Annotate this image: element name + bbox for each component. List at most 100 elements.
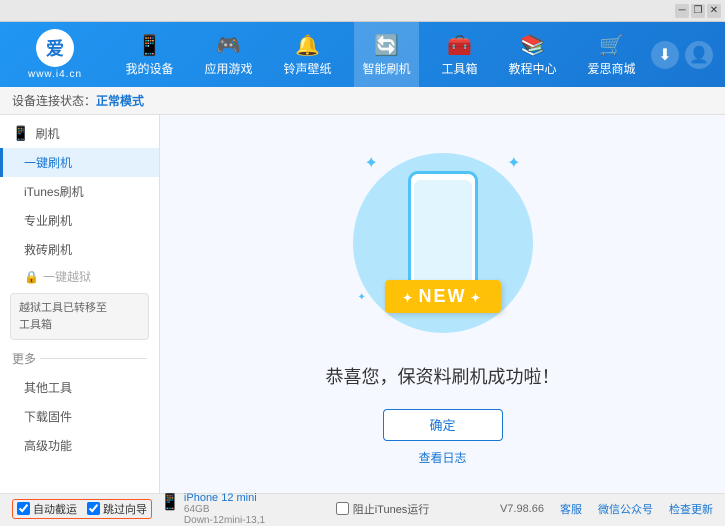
more-label: 更多 — [12, 350, 36, 367]
mall-label: 爱思商城 — [587, 60, 635, 77]
confirm-button[interactable]: 确定 — [383, 409, 503, 441]
restore-button[interactable]: ❐ — [691, 4, 705, 18]
logo-char: 爱 — [46, 35, 64, 61]
sparkle-2: ✦ — [507, 153, 520, 173]
sidebar-flash-section: 📱 刷机 一键刷机 iTunes刷机 专业刷机 救砖刷机 🔒 一键越狱 越狱工具… — [0, 115, 159, 464]
device-info-area: 📱 iPhone 12 mini 64GB Down-12mini-13,1 — [160, 492, 265, 526]
brick-flash-label: 救砖刷机 — [24, 243, 72, 257]
my-device-icon: 📱 — [137, 33, 162, 58]
bottom-left: 自动截运 跳过向导 📱 iPhone 12 mini 64GB Down-12m… — [12, 492, 265, 526]
nav-toolbox[interactable]: 🧰 工具箱 — [433, 22, 485, 87]
jailbreak-label: 一键越狱 — [43, 268, 91, 285]
nav-apps-games[interactable]: 🎮 应用游戏 — [196, 22, 260, 87]
logo-url: www.i4.cn — [28, 69, 82, 80]
nav-smart-flash[interactable]: 🔄 智能刷机 — [354, 22, 418, 87]
stop-itunes-area: 阻止iTunes运行 — [336, 501, 430, 517]
flash-section-icon: 📱 — [12, 125, 29, 142]
apps-games-label: 应用游戏 — [204, 60, 252, 77]
device-name: iPhone 12 mini — [184, 492, 265, 504]
sidebar-divider-more: 更多 — [0, 344, 159, 373]
sidebar-item-itunes-flash[interactable]: iTunes刷机 — [0, 177, 159, 206]
check-update-link[interactable]: 检查更新 — [669, 501, 713, 517]
close-button[interactable]: ✕ — [707, 4, 721, 18]
sidebar: 📱 刷机 一键刷机 iTunes刷机 专业刷机 救砖刷机 🔒 一键越狱 越狱工具… — [0, 115, 160, 493]
divider-line — [40, 358, 147, 359]
device-storage: 64GB — [184, 504, 265, 515]
stop-itunes-label: 阻止iTunes运行 — [353, 501, 430, 517]
auto-send-label: 自动截运 — [33, 501, 77, 517]
ringtones-label: 铃声壁纸 — [283, 60, 331, 77]
logo-area: 爱 www.i4.cn — [0, 29, 110, 80]
sidebar-item-jailbreak: 🔒 一键越狱 — [0, 264, 159, 289]
bottom-bar: 自动截运 跳过向导 📱 iPhone 12 mini 64GB Down-12m… — [0, 493, 725, 523]
sparkle-3: ✦ — [358, 292, 366, 303]
version-label: V7.98.66 — [500, 503, 544, 515]
one-key-flash-label: 一键刷机 — [24, 156, 72, 170]
skip-wizard-label: 跳过向导 — [103, 501, 147, 517]
smart-flash-icon: 🔄 — [374, 33, 399, 58]
main-area: 📱 刷机 一键刷机 iTunes刷机 专业刷机 救砖刷机 🔒 一键越狱 越狱工具… — [0, 115, 725, 493]
nav-ringtones[interactable]: 🔔 铃声壁纸 — [275, 22, 339, 87]
success-message: 恭喜您，保资料刷机成功啦！ — [326, 363, 560, 389]
view-log-link[interactable]: 查看日志 — [418, 449, 466, 466]
jailbreak-notice-line2: 工具箱 — [19, 319, 52, 331]
skip-wizard-check-input[interactable] — [87, 502, 100, 515]
lock-icon: 🔒 — [24, 270, 39, 284]
download-button[interactable]: ⬇ — [651, 41, 679, 69]
sidebar-item-one-key-flash[interactable]: 一键刷机 — [0, 148, 159, 177]
device-phone-icon: 📱 — [160, 492, 180, 512]
sidebar-section-label-flash: 刷机 — [35, 125, 59, 142]
sidebar-item-brick-flash[interactable]: 救砖刷机 — [0, 235, 159, 264]
ringtones-icon: 🔔 — [295, 33, 320, 58]
download-firmware-label: 下载固件 — [24, 410, 72, 424]
sidebar-item-other-tools[interactable]: 其他工具 — [0, 373, 159, 402]
header-actions: ⬇ 👤 — [651, 41, 725, 69]
apps-games-icon: 🎮 — [216, 33, 241, 58]
nav-bar: 📱 我的设备 🎮 应用游戏 🔔 铃声壁纸 🔄 智能刷机 🧰 工具箱 📚 教程中心… — [110, 22, 651, 87]
bottom-right: V7.98.66 客服 微信公众号 检查更新 — [500, 501, 713, 517]
jailbreak-notice-box: 越狱工具已转移至 工具箱 — [10, 293, 149, 340]
user-button[interactable]: 👤 — [685, 41, 713, 69]
success-illustration: ✦ ✦ ✦ NEW — [343, 143, 543, 343]
jailbreak-notice-line1: 越狱工具已转移至 — [19, 302, 107, 314]
skip-wizard-checkbox[interactable]: 跳过向导 — [87, 501, 147, 517]
sidebar-item-download-firmware[interactable]: 下载固件 — [0, 402, 159, 431]
sidebar-item-advanced[interactable]: 高级功能 — [0, 431, 159, 460]
nav-mall[interactable]: 🛒 爱思商城 — [579, 22, 643, 87]
auto-send-check-input[interactable] — [17, 502, 30, 515]
nav-tutorials[interactable]: 📚 教程中心 — [500, 22, 564, 87]
title-bar: ─ ❐ ✕ — [0, 0, 725, 22]
sidebar-section-header-flash: 📱 刷机 — [0, 119, 159, 148]
other-tools-label: 其他工具 — [24, 381, 72, 395]
itunes-flash-label: iTunes刷机 — [24, 185, 84, 199]
stop-itunes-checkbox[interactable] — [336, 502, 349, 515]
sparkle-1: ✦ — [365, 153, 378, 173]
status-bar: 设备连接状态： 正常模式 — [0, 87, 725, 115]
status-value: 正常模式 — [96, 92, 144, 109]
wechat-official-link[interactable]: 微信公众号 — [598, 501, 653, 517]
mall-icon: 🛒 — [599, 33, 624, 58]
logo-icon: 爱 — [36, 29, 74, 67]
customer-service-link[interactable]: 客服 — [560, 501, 582, 517]
pro-flash-label: 专业刷机 — [24, 214, 72, 228]
view-log-label: 查看日志 — [418, 451, 466, 465]
toolbox-label: 工具箱 — [441, 60, 477, 77]
advanced-label: 高级功能 — [24, 439, 72, 453]
new-ribbon: NEW — [384, 280, 500, 313]
device-model: Down-12mini-13,1 — [184, 515, 265, 526]
tutorials-icon: 📚 — [520, 33, 545, 58]
tutorials-label: 教程中心 — [508, 60, 556, 77]
content-area: ✦ ✦ ✦ NEW 恭喜您，保资料刷机成功啦！ 确定 查看日志 — [160, 115, 725, 493]
toolbox-icon: 🧰 — [447, 33, 472, 58]
minimize-button[interactable]: ─ — [675, 4, 689, 18]
sidebar-item-pro-flash[interactable]: 专业刷机 — [0, 206, 159, 235]
device-details: iPhone 12 mini 64GB Down-12mini-13,1 — [184, 492, 265, 526]
nav-my-device[interactable]: 📱 我的设备 — [117, 22, 181, 87]
confirm-button-label: 确定 — [429, 415, 455, 434]
my-device-label: 我的设备 — [125, 60, 173, 77]
header: 爱 www.i4.cn 📱 我的设备 🎮 应用游戏 🔔 铃声壁纸 🔄 智能刷机 … — [0, 22, 725, 87]
smart-flash-label: 智能刷机 — [362, 60, 410, 77]
auto-send-checkbox[interactable]: 自动截运 — [17, 501, 77, 517]
status-prefix: 设备连接状态： — [12, 92, 96, 109]
checkbox-group: 自动截运 跳过向导 — [12, 499, 152, 519]
